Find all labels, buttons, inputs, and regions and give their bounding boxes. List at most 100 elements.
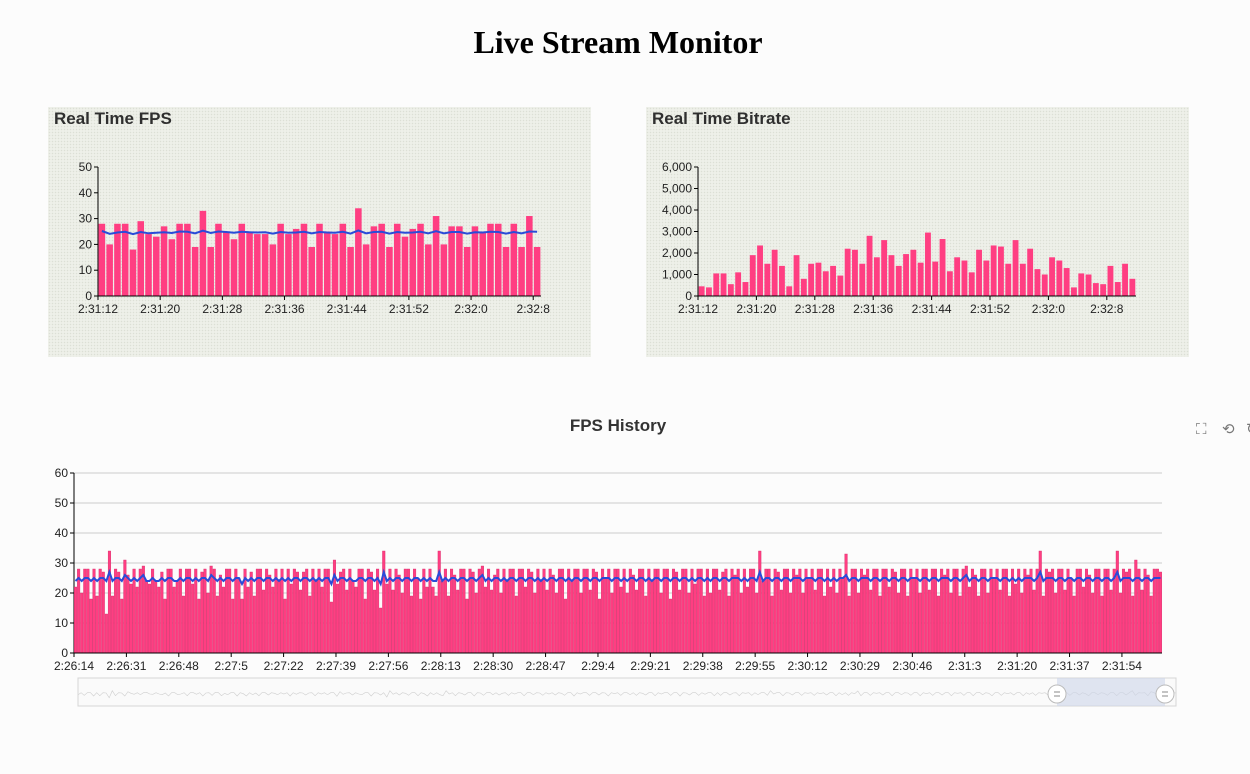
y-tick-label: 40 (55, 526, 69, 540)
bar (735, 272, 742, 296)
bar (234, 568, 238, 654)
bar (585, 568, 589, 654)
bar (83, 568, 87, 654)
bar (132, 568, 136, 654)
x-tick-label: 2:29:21 (630, 659, 670, 673)
zoom-reset-icon[interactable]: ⟲ (1222, 420, 1235, 440)
bar (736, 568, 740, 654)
bar (816, 568, 820, 654)
bar (650, 580, 654, 654)
bar (456, 589, 460, 654)
bar (494, 223, 502, 296)
bar (1121, 568, 1125, 654)
bar (906, 595, 910, 654)
bar (974, 574, 978, 654)
bar (810, 568, 814, 654)
x-tick-label: 2:32:8 (1090, 302, 1124, 316)
bar (277, 223, 284, 296)
bar (1149, 595, 1153, 654)
bar (300, 223, 308, 296)
bar (733, 574, 737, 654)
bar (277, 580, 281, 654)
zoom-select-icon[interactable]: ⛶ (1196, 420, 1207, 440)
bar (866, 235, 873, 296)
zoom-slider-handle[interactable] (1155, 684, 1175, 704)
bar (1088, 574, 1092, 654)
x-tick-label: 2:26:31 (106, 659, 146, 673)
bar (249, 571, 253, 654)
bar (178, 568, 182, 654)
bar (283, 598, 287, 654)
bar (499, 592, 503, 654)
bar (355, 208, 362, 296)
bar (665, 568, 669, 654)
bar (175, 580, 179, 654)
bar (567, 568, 571, 654)
bar (712, 568, 716, 654)
bar (687, 592, 691, 654)
bar (793, 255, 800, 296)
bar (1019, 263, 1026, 296)
bar (351, 580, 355, 654)
bar (92, 568, 96, 654)
bar (1012, 240, 1019, 296)
bar (933, 568, 937, 654)
x-tick-label: 2:31:12 (78, 302, 118, 316)
bar (533, 246, 541, 296)
bar (215, 223, 222, 296)
bar (976, 249, 982, 296)
bar (218, 574, 222, 654)
bar (271, 586, 275, 654)
bar (496, 568, 500, 654)
bar (727, 284, 734, 296)
bar (518, 246, 525, 296)
realtime-bitrate-chart[interactable]: 0 1,000 2,000 3,000 4,000 5,000 6,000 2:31:12 2:… (646, 107, 1189, 357)
bar (968, 272, 975, 296)
bar (946, 568, 950, 654)
bar (869, 589, 873, 654)
bar (795, 574, 799, 654)
bar (770, 595, 774, 654)
bar (331, 234, 339, 296)
fps-history-chart[interactable]: 0 10 20 30 40 50 60 2:26:14 2:26:31 2:26:48 2:27:5… (0, 440, 1250, 730)
bar (915, 568, 919, 654)
bar (1017, 568, 1021, 654)
bar (641, 568, 645, 654)
bar (121, 223, 129, 296)
x-tick-label: 2:31:36 (853, 302, 893, 316)
x-tick-label: 2:32:0 (454, 302, 488, 316)
bar (1066, 568, 1070, 654)
bar (1122, 263, 1128, 296)
bar (77, 568, 81, 654)
x-tick-label: 2:31:28 (202, 302, 242, 316)
bar (943, 574, 947, 654)
bar (779, 589, 783, 654)
realtime-fps-chart[interactable]: 0 10 20 30 40 50 2:31:12 2:31:20 2:31:28 2:31:36 2… (48, 107, 591, 357)
y-tick-label: 3,000 (662, 225, 692, 239)
bar (129, 583, 133, 654)
y-tick-label: 5,000 (662, 182, 692, 196)
restore-icon[interactable]: ↻ (1246, 420, 1250, 440)
bar (74, 586, 78, 654)
bar (336, 583, 340, 654)
bar (285, 234, 292, 296)
bar (925, 232, 931, 296)
bar (850, 568, 854, 654)
x-tick-label: 2:29:55 (735, 659, 775, 673)
bar (339, 571, 343, 654)
bar (1004, 568, 1008, 654)
bar (771, 249, 778, 296)
bar (425, 586, 429, 654)
bar (246, 231, 253, 296)
zoom-slider-handle[interactable] (1047, 684, 1067, 704)
bar (450, 568, 454, 654)
bar (463, 246, 471, 296)
y-tick-label: 0 (85, 289, 92, 303)
bar (823, 595, 826, 654)
bar (757, 245, 763, 296)
bar (199, 210, 207, 296)
bar (1005, 263, 1012, 296)
bar (631, 574, 635, 654)
bar (591, 568, 595, 654)
bar (200, 571, 204, 654)
